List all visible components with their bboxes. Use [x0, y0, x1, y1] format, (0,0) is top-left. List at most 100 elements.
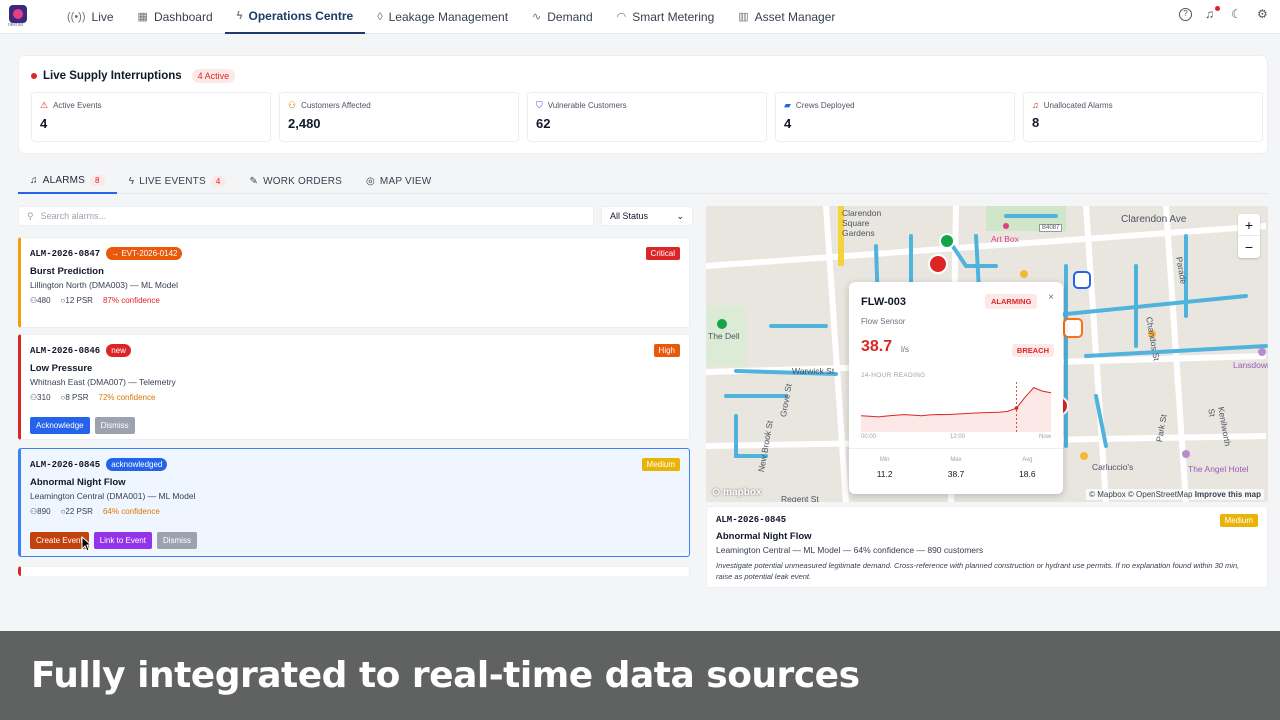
acknowledge-button[interactable]: Acknowledge	[30, 417, 90, 434]
stat-vulnerable-customers: ⛉ Vulnerable Customers 62	[527, 92, 767, 142]
zoom-out-button[interactable]: −	[1238, 236, 1260, 258]
psr-value: 8 PSR	[65, 393, 89, 402]
bell-icon: ♫	[1032, 100, 1039, 110]
customers-value: 890	[37, 507, 51, 516]
bolt-icon: ϟ	[236, 9, 243, 22]
gauge-icon: ◠	[616, 11, 627, 23]
stat-avg: Avg 18.6	[992, 449, 1063, 479]
dismiss-button[interactable]: Dismiss	[94, 417, 135, 434]
event-link-badge[interactable]: → EVT-2026-0142	[106, 247, 183, 260]
customers-count: ⚇890	[30, 507, 51, 516]
zoom-controls: + −	[1238, 214, 1260, 258]
nav-item-asset-manager[interactable]: ▥ Asset Manager	[726, 0, 847, 34]
help-icon[interactable]: ?	[1179, 8, 1192, 21]
search-input[interactable]: ⚲ Search alarms...	[18, 206, 594, 226]
stat-value: 11.2	[876, 469, 893, 479]
chevron-down-icon: ⌄	[676, 210, 684, 221]
tab-work-orders[interactable]: ✎ WORK ORDERS	[238, 168, 354, 194]
link-to-event-button[interactable]: Link to Event	[93, 532, 152, 549]
stat-label: Active Events	[53, 101, 102, 110]
status-badge: acknowledged	[106, 458, 168, 471]
status-filter-value: All Status	[610, 211, 649, 221]
gear-icon[interactable]: ⚙	[1257, 8, 1270, 21]
warning-icon: ⚠	[40, 100, 49, 110]
alarm-title: Low Pressure	[30, 363, 93, 374]
mouse-cursor-icon	[81, 536, 93, 552]
x-tick: Now	[1039, 434, 1052, 440]
nav-label: Asset Manager	[754, 9, 836, 24]
top-nav: okeralt ((•)) Live ▦ Dashboard ϟ Operations…	[0, 0, 1280, 34]
caption-band: Fully integrated to real-time data sourc…	[0, 631, 1280, 720]
map-pin-icon: ◎	[365, 175, 375, 187]
map-label: Carluccio's	[1092, 462, 1134, 472]
confidence: 87% confidence	[102, 296, 160, 305]
psr-count: ○8 PSR	[61, 393, 89, 402]
alarm-card[interactable]: ALM-2026-0846 new High Low Pressure Whitn…	[18, 334, 690, 440]
detail-title: Abnormal Night Flow	[716, 531, 812, 542]
notification-dot	[1215, 6, 1220, 11]
map-label: Regent St	[781, 494, 819, 502]
tab-alarms[interactable]: ♫ ALARMS 8	[18, 168, 117, 194]
psr-value: 22 PSR	[65, 507, 93, 516]
mapbox-logo-text: mapbox	[723, 487, 762, 498]
stat-value: 4	[40, 116, 48, 131]
psr-count: ○12 PSR	[61, 296, 93, 305]
users-icon: ⚇	[288, 100, 297, 110]
close-icon[interactable]: ×	[1048, 292, 1054, 303]
nav-label: Dashboard	[153, 9, 213, 24]
nav-item-demand[interactable]: ∿ Demand	[520, 0, 605, 34]
logo-text: okeralt	[8, 22, 24, 28]
severity-badge: Medium	[1219, 514, 1258, 527]
alarm-title: Burst Prediction	[30, 266, 104, 277]
alarm-card-partial[interactable]	[18, 566, 690, 576]
nav-item-smart-metering[interactable]: ◠ Smart Metering	[605, 0, 727, 34]
stat-label: Min	[879, 457, 890, 463]
improve-map-link[interactable]: Improve this map	[1195, 490, 1261, 499]
x-tick: 12:00	[950, 434, 966, 440]
moon-icon[interactable]: ☾	[1231, 8, 1244, 21]
alarm-actions: Create Event Link to Event Dismiss	[30, 532, 197, 549]
road-shield: B4087	[1039, 224, 1063, 232]
tab-label: MAP VIEW	[379, 175, 432, 187]
alarming-badge: ALARMING	[985, 294, 1038, 309]
stat-value: 62	[536, 116, 551, 131]
nav-item-leakage-management[interactable]: ◊ Leakage Management	[365, 0, 520, 34]
stat-value: 18.6	[1019, 469, 1036, 479]
mapbox-logo: ⊙ mapbox	[712, 487, 762, 498]
bell-icon[interactable]: ♫	[1205, 6, 1220, 21]
alarm-meta: ⚇890 ○22 PSR 64% confidence	[30, 507, 160, 516]
map-panel[interactable]: Clarendon Square Gardens Clarendon Ave A…	[706, 206, 1268, 502]
confidence: 72% confidence	[98, 393, 156, 402]
chart-label: 24-HOUR READING	[861, 372, 926, 379]
x-tick: 00:00	[861, 434, 877, 440]
nav-item-operations-centre[interactable]: ϟ Operations Centre	[224, 0, 366, 34]
status-filter-select[interactable]: All Status ⌄	[601, 206, 693, 226]
tab-count: 8	[90, 174, 105, 186]
search-icon: ⚲	[27, 210, 34, 221]
wrench-icon: ✎	[249, 175, 259, 187]
map-label: Lansdowne	[1233, 360, 1268, 370]
stat-min: Min 11.2	[849, 449, 920, 479]
tab-map-view[interactable]: ◎ MAP VIEW	[354, 168, 443, 194]
tab-live-events[interactable]: ϟ LIVE EVENTS 4	[117, 168, 238, 194]
zoom-in-button[interactable]: +	[1238, 214, 1260, 236]
dismiss-button[interactable]: Dismiss	[156, 532, 197, 549]
create-event-button[interactable]: Create Event	[30, 532, 89, 549]
attribution-text[interactable]: © Mapbox © OpenStreetMap	[1089, 490, 1192, 499]
truck-icon: ▰	[784, 100, 791, 110]
sensor-value: 38.7	[861, 338, 893, 355]
alarm-card[interactable]: ALM-2026-0847 → EVT-2026-0142 Critical Bu…	[18, 237, 690, 328]
nav-item-live[interactable]: ((•)) Live	[55, 0, 126, 34]
psr-value: 12 PSR	[65, 296, 93, 305]
main-content: Live Supply Interruptions 4 Active ⚠ Acti…	[18, 55, 1268, 600]
live-dot-icon	[31, 73, 37, 79]
summary-title: Live Supply Interruptions	[43, 70, 182, 82]
stat-value: 38.7	[947, 469, 965, 479]
stat-value: 4	[784, 116, 792, 131]
nav-item-dashboard[interactable]: ▦ Dashboard	[126, 0, 225, 34]
bolt-icon: ϟ	[128, 175, 135, 187]
stat-value: 8	[1032, 115, 1040, 130]
app-logo[interactable]	[9, 4, 27, 23]
alarm-card-selected[interactable]: ALM-2026-0845 acknowledged Medium Abnorma…	[18, 448, 690, 557]
nav-label: Operations Centre	[248, 8, 354, 23]
